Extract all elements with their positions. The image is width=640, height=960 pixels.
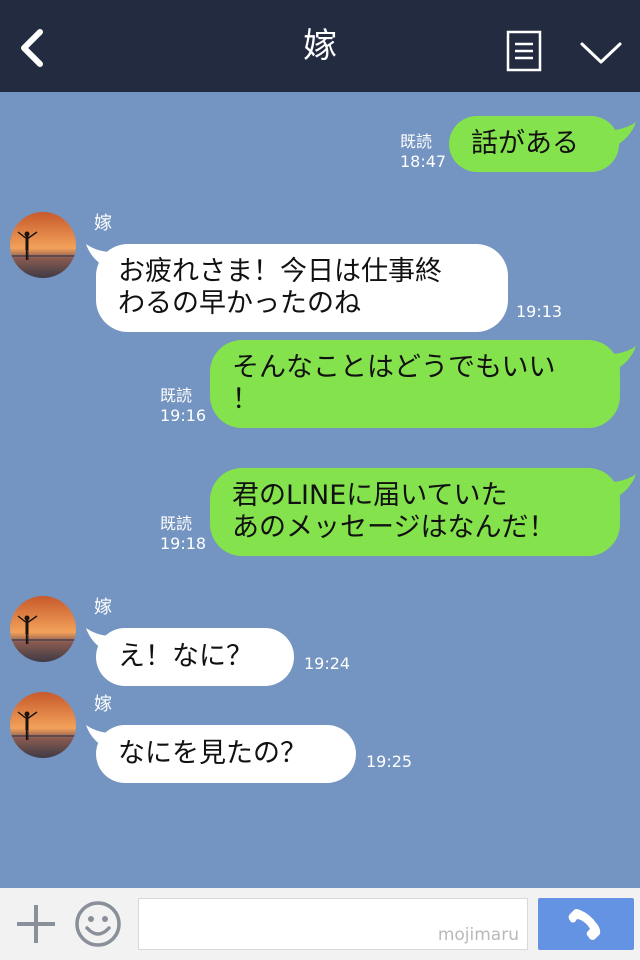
- message-text: 話がある: [471, 128, 579, 159]
- contact-name: 嫁: [94, 694, 112, 715]
- message-time: 18:47: [400, 152, 447, 171]
- message-time: 19:18: [160, 534, 207, 553]
- read-receipt: 既読: [160, 386, 193, 405]
- plus-icon[interactable]: [14, 902, 58, 946]
- call-button[interactable]: [538, 898, 634, 950]
- message-text-line: お疲れさま！今日は仕事終: [118, 256, 442, 287]
- avatar[interactable]: [10, 212, 76, 278]
- read-receipt: 既読: [400, 132, 433, 151]
- chat-title: 嫁: [303, 26, 337, 66]
- message-time: 19:13: [516, 302, 563, 321]
- contact-name: 嫁: [94, 597, 112, 618]
- avatar[interactable]: [10, 692, 76, 758]
- chat-header: 嫁: [0, 0, 640, 92]
- avatar[interactable]: [10, 596, 76, 662]
- sunset-avatar-image: [10, 692, 76, 758]
- message-meta: 既読 19:16: [160, 386, 206, 426]
- message-bubble-outgoing[interactable]: 話がある: [449, 116, 619, 172]
- message-text-line: あのメッセージはなんだ！: [232, 512, 556, 543]
- sunset-avatar-image: [10, 212, 76, 278]
- phone-icon: [568, 909, 601, 940]
- input-bar: mojimaru: [0, 888, 640, 960]
- message-meta: 既読 18:47: [400, 132, 446, 172]
- message-bubble-incoming[interactable]: なにを見たの？: [96, 725, 356, 783]
- message-bubble-incoming[interactable]: お疲れさま！今日は仕事終 わるの早かったのね: [96, 244, 508, 332]
- message-meta: 既読 19:18: [160, 514, 206, 554]
- document-menu-icon[interactable]: [506, 30, 542, 72]
- read-receipt: 既読: [160, 514, 193, 533]
- message-list[interactable]: 話がある 既読 18:47 嫁 お疲れさま！今日は仕事終 わるの早かったのね 1…: [0, 92, 640, 888]
- smiley-icon[interactable]: [74, 900, 122, 948]
- message-time: 19:16: [160, 406, 207, 425]
- message-text-line: 君のLINEに届いていた: [232, 480, 508, 511]
- message-text-line: ！: [232, 384, 259, 415]
- contact-name: 嫁: [94, 213, 112, 234]
- message-text: え！なに？: [118, 641, 253, 672]
- message-bubble-outgoing[interactable]: そんなことはどうでもいい ！: [210, 340, 620, 428]
- message-text: なにを見たの？: [118, 738, 307, 769]
- message-time: 19:25: [366, 752, 413, 771]
- message-text-line: わるの早かったのね: [118, 288, 361, 319]
- message-input[interactable]: mojimaru: [138, 898, 528, 950]
- message-bubble-incoming[interactable]: え！なに？: [96, 628, 294, 686]
- message-bubble-outgoing[interactable]: 君のLINEに届いていた あのメッセージはなんだ！: [210, 468, 620, 556]
- message-time: 19:24: [304, 654, 351, 673]
- watermark: mojimaru: [437, 925, 519, 945]
- message-text-line: そんなことはどうでもいい: [232, 352, 556, 383]
- chevron-down-icon[interactable]: [578, 38, 624, 68]
- sunset-avatar-image: [10, 596, 76, 662]
